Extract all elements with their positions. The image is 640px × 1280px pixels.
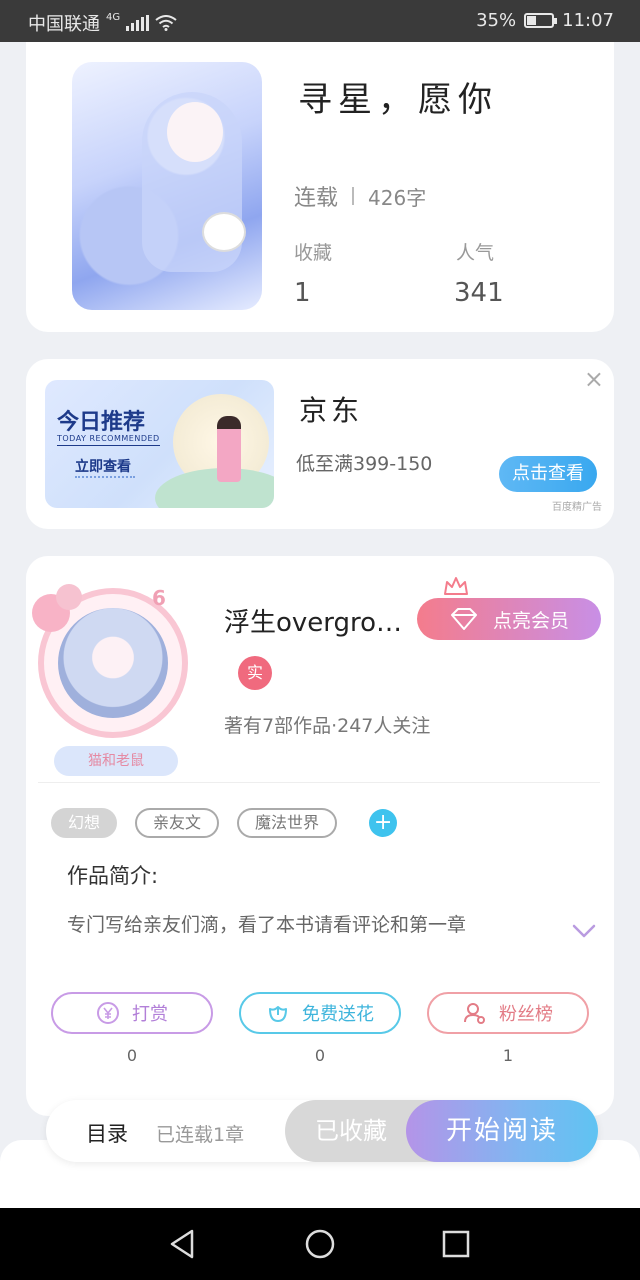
- ad-source-label: 百度精广告: [552, 502, 602, 513]
- battery-percent: 35%: [476, 10, 517, 31]
- ad-banner-cta: 立即查看: [75, 459, 131, 475]
- send-flower-button[interactable]: 免费送花: [239, 992, 401, 1034]
- chapters-serialized[interactable]: 已连载1章: [156, 1120, 244, 1147]
- book-info-card: 寻星，愿你 连载 426字 收藏 人气 1 341: [26, 42, 614, 332]
- home-icon[interactable]: [304, 1228, 336, 1260]
- tag-friends[interactable]: 亲友文: [135, 808, 220, 838]
- vip-button[interactable]: 点亮会员: [417, 598, 601, 640]
- fans-ranking-button[interactable]: 粉丝榜: [427, 992, 589, 1034]
- nickname-badge: 猫和老鼠: [54, 746, 178, 776]
- battery-icon: [524, 13, 558, 28]
- author-card: 6 猫和老鼠 浮生overgro… 点亮会员 实 著有7部作品·247人关注 幻…: [26, 556, 614, 1116]
- status-bar: 中国联通 4G 35% 11:07: [0, 0, 640, 42]
- signal-icon: [126, 15, 150, 31]
- tag-list: 幻想 亲友文 魔法世界 +: [51, 808, 398, 838]
- back-icon[interactable]: [166, 1228, 198, 1260]
- ad-banner-image[interactable]: 今日推荐 TODAY RECOMMENDED 立即查看: [45, 380, 274, 508]
- flower-icon: [269, 1006, 287, 1022]
- start-reading-button[interactable]: 开始阅读: [406, 1100, 598, 1162]
- book-title: 寻星，愿你: [298, 80, 498, 120]
- fans-ranking-label: 粉丝榜: [499, 1004, 553, 1025]
- serial-status: 连载: [294, 186, 339, 211]
- flower-count: 0: [314, 1046, 326, 1065]
- divider: [38, 782, 600, 783]
- book-status-row: 连载 426字: [294, 180, 426, 212]
- collect-label: 收藏: [294, 242, 333, 264]
- send-flower-label: 免费送花: [302, 1004, 374, 1025]
- diamond-icon: [450, 608, 477, 630]
- author-stats: 著有7部作品·247人关注: [224, 715, 431, 737]
- level-badge: 6: [152, 586, 166, 610]
- fans-count: 1: [502, 1046, 514, 1065]
- tag-magic-world[interactable]: 魔法世界: [237, 808, 338, 838]
- ad-description: 低至满399-150: [296, 453, 433, 475]
- divider: [352, 187, 355, 205]
- ad-title: 京东: [299, 394, 364, 427]
- reward-button[interactable]: 打赏: [51, 992, 213, 1034]
- intro-text: 专门写给亲友们滴，看了本书请看评论和第一章: [67, 914, 467, 936]
- popularity-count: 341: [454, 278, 504, 308]
- popularity-label: 人气: [456, 242, 495, 264]
- intro-title: 作品简介:: [67, 864, 159, 888]
- toc-button[interactable]: 目录: [86, 1118, 128, 1148]
- yen-coin-icon: [97, 1002, 119, 1024]
- clock: 11:07: [562, 10, 614, 31]
- verified-badge: 实: [238, 656, 272, 690]
- wifi-icon: [155, 15, 177, 31]
- author-avatar[interactable]: [32, 584, 188, 738]
- network-type: 4G: [106, 11, 121, 23]
- word-count: 426字: [368, 185, 427, 210]
- fans-icon: [464, 1003, 485, 1024]
- tag-fantasy[interactable]: 幻想: [51, 808, 118, 838]
- recents-icon[interactable]: [440, 1228, 472, 1260]
- close-icon[interactable]: ×: [584, 367, 604, 391]
- author-name[interactable]: 浮生overgro…: [224, 602, 402, 639]
- book-cover-image[interactable]: [72, 62, 262, 310]
- chevron-down-icon[interactable]: [572, 924, 596, 938]
- crown-icon: [444, 577, 468, 595]
- ad-banner-title: 今日推荐: [57, 410, 146, 435]
- bottom-action-bar: 目录 已连载1章 已收藏 开始阅读: [46, 1100, 598, 1162]
- reward-count: 0: [126, 1046, 138, 1065]
- vip-button-label: 点亮会员: [492, 609, 569, 632]
- reward-label: 打赏: [132, 1004, 168, 1025]
- carrier-label: 中国联通: [28, 14, 100, 35]
- ad-card[interactable]: 今日推荐 TODAY RECOMMENDED 立即查看 京东 低至满399-15…: [26, 359, 614, 529]
- ad-view-button[interactable]: 点击查看: [499, 456, 597, 492]
- navigation-bar: [0, 1208, 640, 1280]
- add-tag-button[interactable]: +: [369, 809, 398, 837]
- ad-banner-subtitle: TODAY RECOMMENDED: [57, 434, 160, 446]
- collect-count: 1: [294, 278, 311, 308]
